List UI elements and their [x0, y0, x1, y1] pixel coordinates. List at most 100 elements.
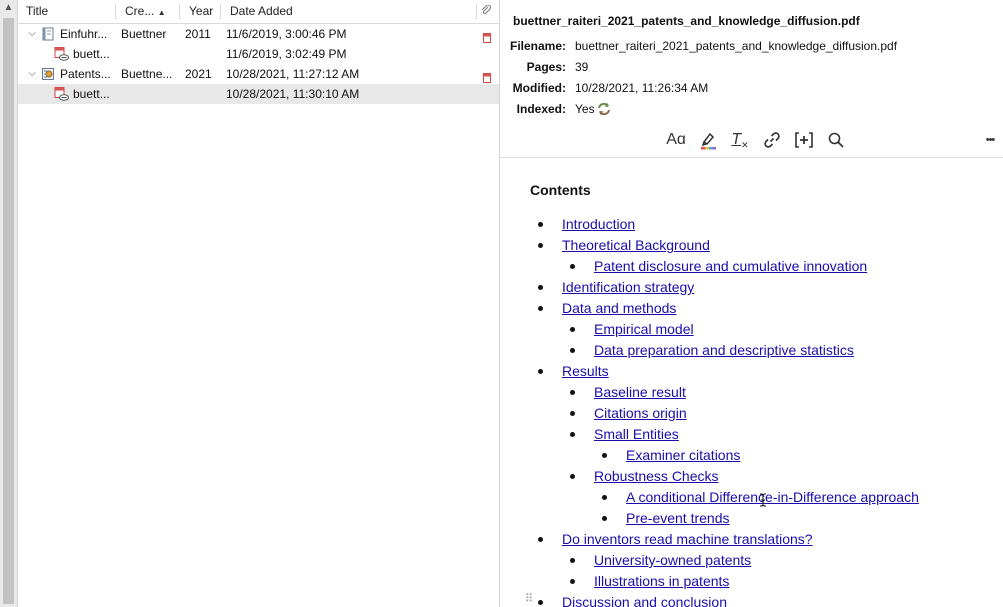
bullet-icon: [570, 558, 575, 563]
note-editor[interactable]: Contents Introduction Theoretical Backgro…: [500, 158, 1003, 607]
bullet-icon: [538, 243, 543, 248]
column-header: Title Cre... ▲ Year Date Added: [18, 0, 499, 24]
bullet-icon: [570, 327, 575, 332]
bullet-icon: [538, 285, 543, 290]
toc-link[interactable]: Empirical model: [594, 319, 694, 340]
toc-link[interactable]: University-owned patents: [594, 550, 751, 571]
bullet-icon: [602, 453, 607, 458]
clear-format-button[interactable]: T✕: [728, 128, 752, 152]
bullet-icon: [602, 516, 607, 521]
item-date-added: 10/28/2021, 11:27:12 AM: [226, 67, 360, 81]
toc-link[interactable]: A conditional Difference-in-Difference a…: [626, 487, 919, 508]
indexed-label: Indexed:: [516, 102, 566, 116]
toc-link[interactable]: Identification strategy: [562, 277, 694, 298]
toc-link[interactable]: Citations origin: [594, 403, 687, 424]
item-date-added: 11/6/2019, 3:00:46 PM: [226, 27, 347, 41]
clear-format-label: T: [731, 131, 742, 148]
pdf-attachment-icon[interactable]: [483, 69, 491, 83]
attachment-column-icon[interactable]: [480, 4, 492, 20]
insert-citation-icon: [794, 131, 814, 157]
filename-value[interactable]: buettner_raiteri_2021_patents_and_knowle…: [575, 36, 897, 56]
toc-link[interactable]: Examiner citations: [626, 445, 740, 466]
toc-link[interactable]: Results: [562, 361, 609, 382]
toc-link[interactable]: Do inventors read machine translations?: [562, 529, 813, 550]
more-options-button[interactable]: •••: [978, 128, 1002, 152]
note-toolbar: Aɑ T✕ •••: [500, 128, 1003, 152]
item-date-added: 11/6/2019, 3:02:49 PM: [226, 47, 347, 61]
filename-row: Filename: buettner_raiteri_2021_patents_…: [500, 36, 1003, 56]
column-separator: [115, 4, 116, 19]
scrollbar-thumb[interactable]: [3, 18, 14, 604]
bullet-icon: [570, 264, 575, 269]
item-title: Patents...: [60, 67, 111, 81]
toc-link[interactable]: Introduction: [562, 214, 635, 235]
filename-label: Filename:: [509, 39, 566, 53]
item-title: buett...: [73, 87, 110, 101]
item-title: Einfuhr...: [60, 27, 108, 41]
text-cursor-icon: [758, 493, 768, 507]
modified-value: 10/28/2021, 11:26:34 AM: [575, 81, 709, 95]
toc-link[interactable]: Illustrations in patents: [594, 571, 729, 592]
table-row[interactable]: buett... 11/6/2019, 3:02:49 PM: [18, 44, 499, 64]
toc-link[interactable]: Data and methods: [562, 298, 676, 319]
patent-icon: [41, 67, 55, 81]
find-button[interactable]: [824, 128, 848, 152]
bullet-icon: [570, 474, 575, 479]
toc-link[interactable]: Robustness Checks: [594, 466, 719, 487]
table-row[interactable]: ⌵ Patents... Buettne... 2021 10/28/2021,…: [18, 64, 499, 84]
toc-link[interactable]: Baseline result: [594, 382, 686, 403]
bullet-icon: [570, 348, 575, 353]
column-creator-label: Cre...: [125, 4, 155, 18]
column-title[interactable]: Title: [26, 0, 48, 23]
pdf-attachment-icon[interactable]: [483, 29, 491, 43]
toc-link[interactable]: Data preparation and descriptive statist…: [594, 340, 854, 361]
item-year: 2011: [185, 27, 211, 41]
text-format-button[interactable]: Aɑ: [664, 128, 688, 152]
modified-row: Modified: 10/28/2021, 11:26:34 AM: [500, 78, 1003, 98]
scroll-up-icon[interactable]: ▲: [0, 0, 17, 16]
reindex-icon[interactable]: [596, 101, 612, 123]
insert-link-button[interactable]: [760, 128, 784, 152]
bullet-icon: [538, 306, 543, 311]
item-title: buett...: [73, 47, 110, 61]
pages-label: Pages:: [526, 60, 566, 74]
attachment-title[interactable]: buettner_raiteri_2021_patents_and_knowle…: [513, 14, 860, 28]
pages-row: Pages: 39: [500, 57, 1003, 77]
pages-value: 39: [575, 60, 589, 74]
column-year[interactable]: Year: [189, 0, 213, 23]
table-row[interactable]: ⌵ Einfuhr... Buettner 2011 11/6/2019, 3:…: [18, 24, 499, 44]
item-creator: Buettner: [121, 27, 167, 41]
items-scrollbar[interactable]: ▲: [0, 0, 18, 607]
column-creator[interactable]: Cre... ▲: [125, 0, 166, 23]
column-separator: [179, 4, 180, 19]
pdf-link-icon: [54, 87, 69, 101]
indexed-value: Yes: [575, 102, 595, 116]
table-row-selected[interactable]: buett... 10/28/2021, 11:30:10 AM: [18, 84, 499, 104]
bullet-icon: [538, 600, 543, 605]
indexed-row: Indexed: Yes: [500, 99, 1003, 119]
pdf-link-icon: [54, 47, 69, 61]
bullet-icon: [570, 579, 575, 584]
items-tree: Title Cre... ▲ Year Date Added ⌵ Einfuhr…: [18, 0, 500, 607]
item-pane: buettner_raiteri_2021_patents_and_knowle…: [500, 0, 1003, 607]
toc-link[interactable]: Small Entities: [594, 424, 679, 445]
toc-link[interactable]: Discussion and conclusion: [562, 592, 727, 607]
book-icon: [41, 27, 55, 41]
collapse-icon[interactable]: ⌵: [26, 64, 38, 84]
item-date-added: 10/28/2021, 11:30:10 AM: [226, 87, 360, 101]
drag-handle-icon[interactable]: ⠿: [525, 592, 535, 605]
toc-link[interactable]: Theoretical Background: [562, 235, 710, 256]
sort-ascending-icon: ▲: [157, 8, 166, 17]
bullet-icon: [538, 222, 543, 227]
highlighter-icon: [698, 130, 718, 158]
link-icon: [763, 131, 781, 157]
note-heading: Contents: [530, 182, 591, 198]
column-date-added[interactable]: Date Added: [230, 0, 293, 23]
toc-link[interactable]: Patent disclosure and cumulative innovat…: [594, 256, 867, 277]
toc-link[interactable]: Pre-event trends: [626, 508, 730, 529]
highlight-button[interactable]: [696, 128, 720, 152]
bullet-icon: [570, 432, 575, 437]
clear-format-icon: ✕: [741, 140, 749, 150]
collapse-icon[interactable]: ⌵: [26, 24, 38, 44]
insert-citation-button[interactable]: [792, 128, 816, 152]
